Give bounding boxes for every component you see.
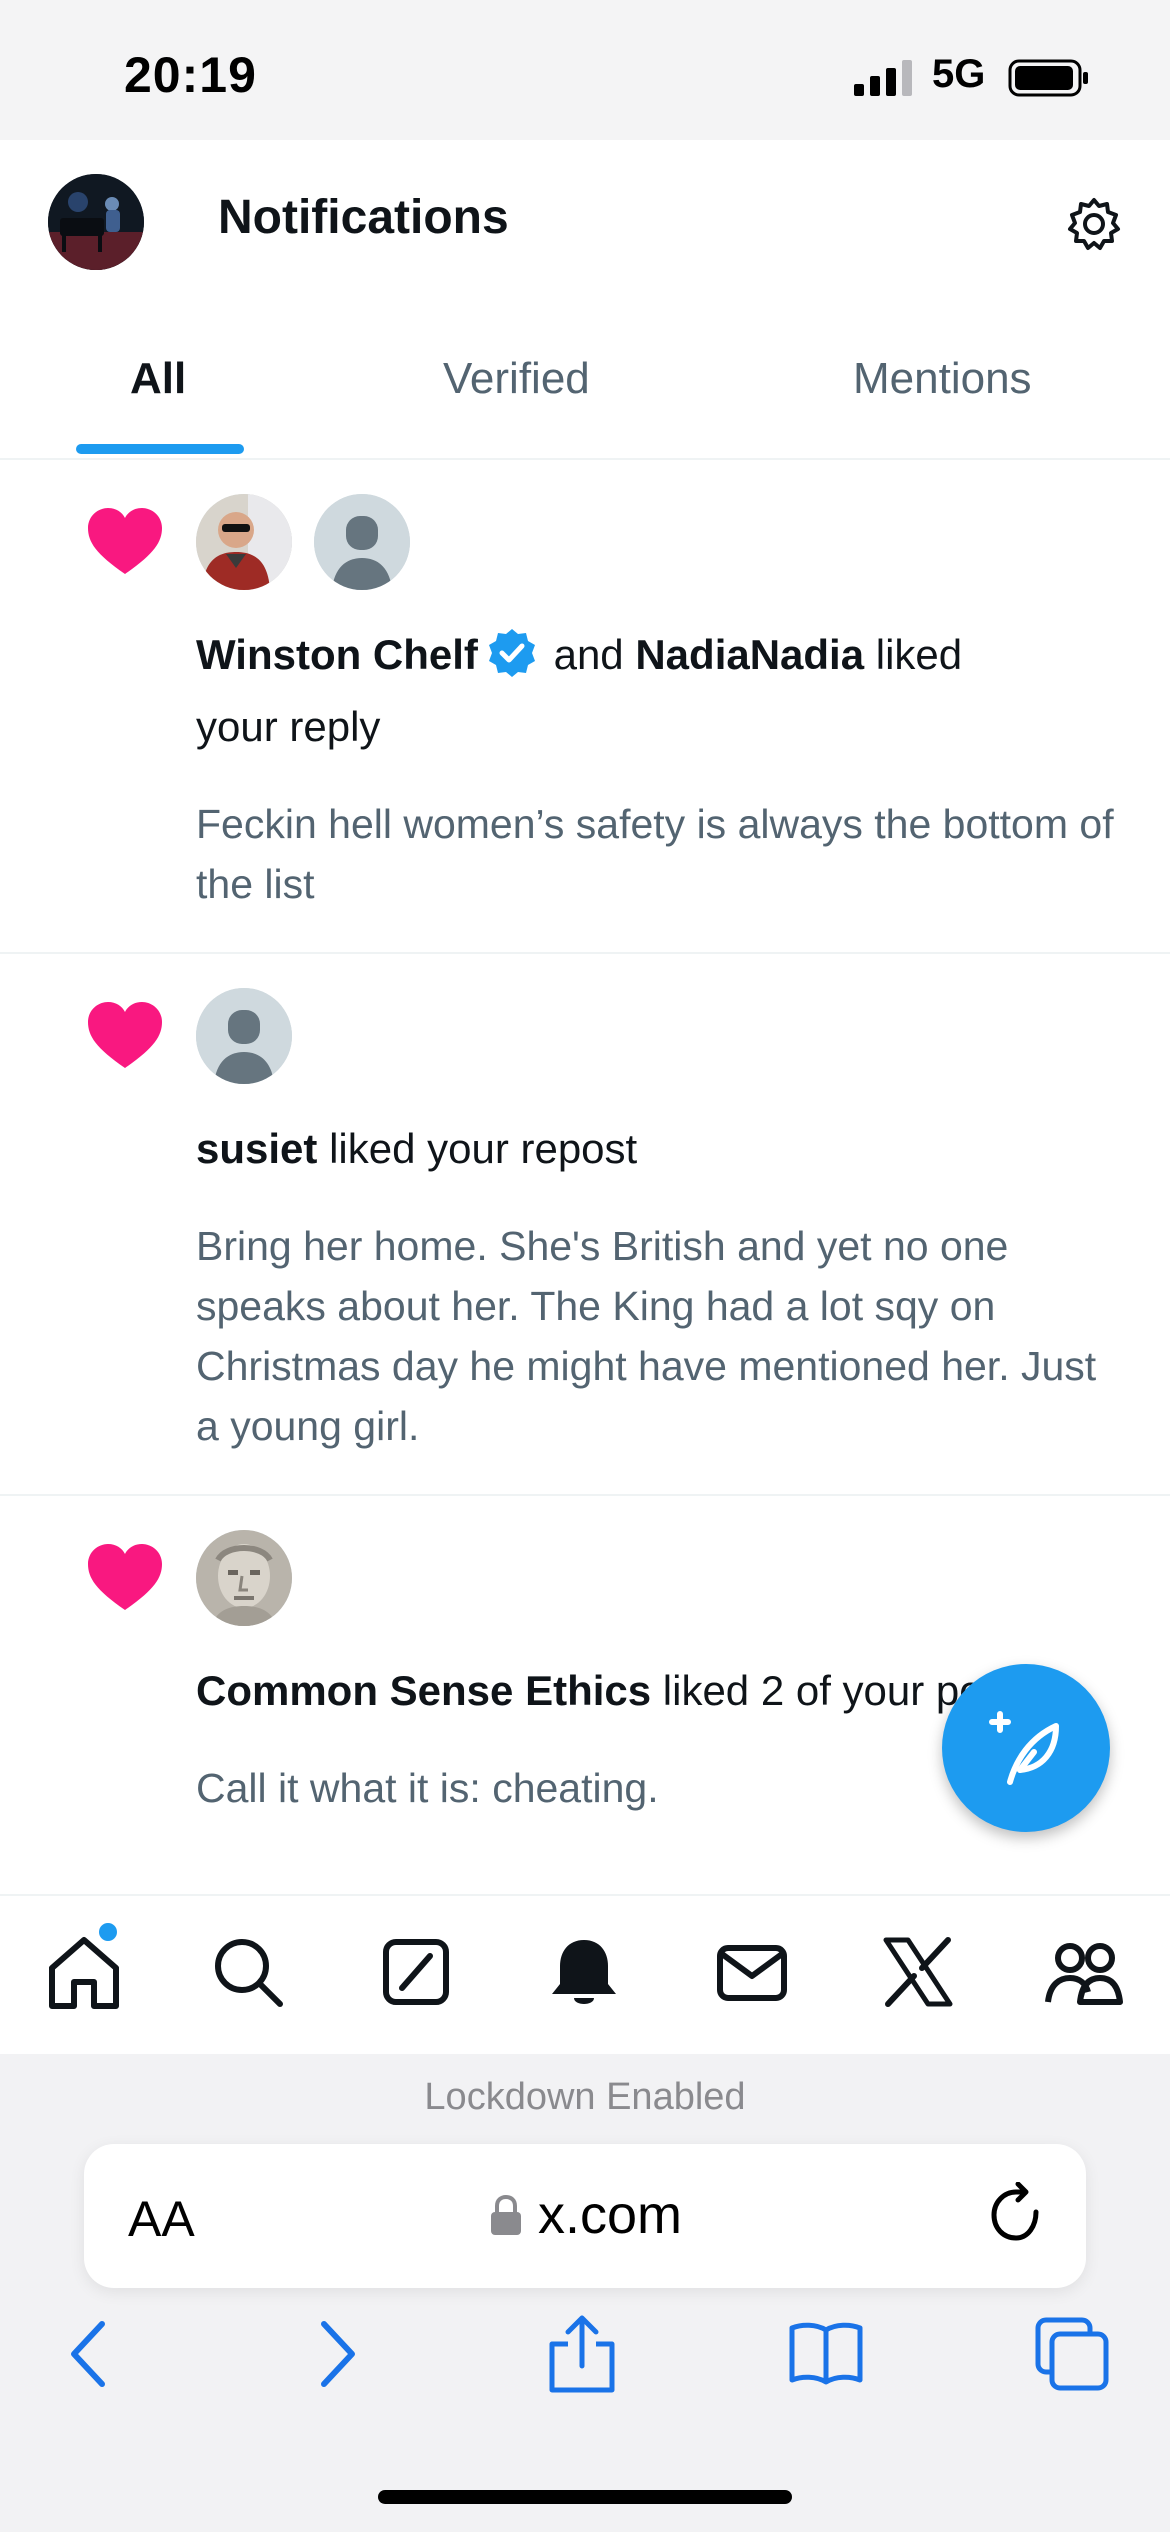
profile-avatar[interactable]: [48, 174, 144, 270]
url-display[interactable]: x.com: [84, 2184, 1086, 2246]
default-avatar[interactable]: [314, 494, 410, 590]
action-text: liked: [875, 631, 963, 678]
post-snippet[interactable]: Feckin hell women’s safety is always the…: [196, 794, 1116, 914]
user-name[interactable]: NadiaNadia: [635, 631, 864, 678]
home-indicator: [378, 2490, 792, 2504]
post-snippet[interactable]: Bring her home. She's British and yet no…: [196, 1216, 1116, 1456]
app-header: Notifications: [0, 140, 1170, 300]
tab-all[interactable]: All: [130, 354, 186, 404]
user-avatar[interactable]: [196, 1530, 292, 1626]
forward-icon[interactable]: [298, 2314, 378, 2394]
gear-icon[interactable]: [1066, 196, 1122, 252]
tab-verified[interactable]: Verified: [443, 354, 590, 404]
verified-badge-icon: [488, 629, 535, 677]
conjunction: and: [553, 631, 624, 678]
lock-icon: [490, 2194, 521, 2235]
compose-feather-icon: [989, 1711, 1059, 1785]
action-text-continued: your reply: [196, 703, 381, 750]
compose-post-button[interactable]: [942, 1664, 1110, 1832]
browser-toolbar: Lockdown Enabled AA x.com: [0, 2054, 1170, 2532]
signal-icon: [854, 60, 912, 96]
reload-icon[interactable]: [984, 2182, 1050, 2248]
share-icon[interactable]: [542, 2314, 622, 2394]
user-name[interactable]: Winston Chelf: [196, 631, 478, 678]
notifications-icon[interactable]: [544, 1932, 624, 2012]
notification-item[interactable]: Winston Chelf and NadiaNadia liked your …: [0, 460, 1170, 954]
heart-icon: [88, 1002, 162, 1068]
home-unread-dot: [96, 1920, 120, 1944]
tabs-icon[interactable]: [1032, 2314, 1112, 2394]
grok-icon[interactable]: [376, 1932, 456, 2012]
notification-item[interactable]: susiet liked your repost Bring her home.…: [0, 954, 1170, 1496]
messages-icon[interactable]: [712, 1932, 792, 2012]
bookmarks-icon[interactable]: [786, 2314, 866, 2394]
status-bar: 20:19 5G: [0, 0, 1170, 140]
action-text: liked your repost: [329, 1125, 638, 1172]
heart-icon: [88, 1544, 162, 1610]
heart-icon: [88, 508, 162, 574]
home-icon[interactable]: [44, 1932, 124, 2012]
notification-text: susiet liked your repost: [196, 1112, 637, 1186]
x-icon[interactable]: [878, 1932, 958, 2012]
search-icon[interactable]: [208, 1932, 288, 2012]
lockdown-label: Lockdown Enabled: [424, 2076, 746, 2118]
user-name[interactable]: Common Sense Ethics: [196, 1667, 651, 1714]
user-name[interactable]: susiet: [196, 1125, 317, 1172]
battery-icon: [1008, 59, 1088, 97]
bottom-navigation: [0, 1894, 1170, 2054]
page-title: Notifications: [218, 191, 509, 244]
address-bar[interactable]: AA x.com: [84, 2144, 1086, 2288]
url-text: x.com: [537, 2185, 683, 2245]
status-time: 20:19: [124, 47, 257, 103]
default-avatar[interactable]: [196, 988, 292, 1084]
notification-tabs: All Verified Mentions: [0, 300, 1170, 460]
active-tab-indicator: [76, 444, 244, 454]
back-icon[interactable]: [48, 2314, 128, 2394]
user-avatar[interactable]: [196, 494, 292, 590]
communities-icon[interactable]: [1044, 1932, 1124, 2012]
tab-mentions[interactable]: Mentions: [853, 354, 1032, 404]
network-type: 5G: [932, 52, 986, 96]
notification-text: Winston Chelf and NadiaNadia liked: [196, 618, 962, 692]
notification-text: Common Sense Ethics liked 2 of your post…: [196, 1654, 1036, 1728]
